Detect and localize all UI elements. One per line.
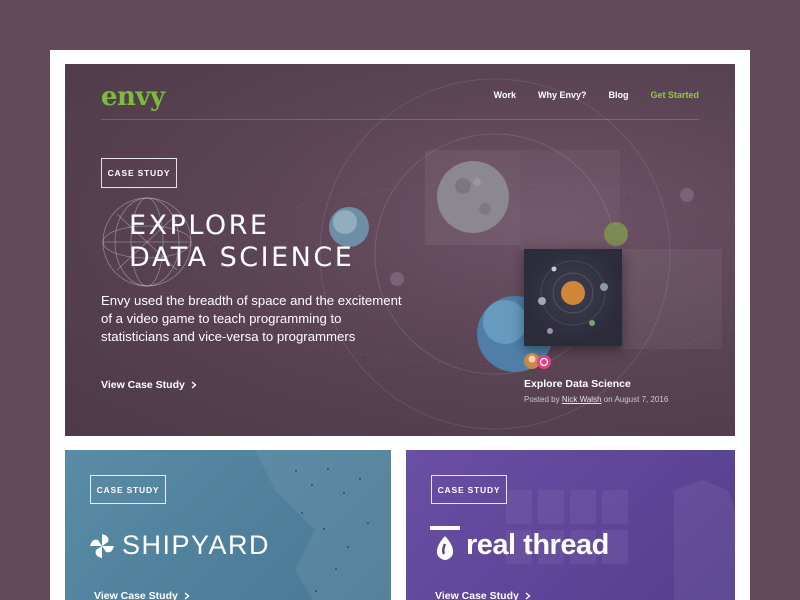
post-date: on August 7, 2016 xyxy=(603,395,669,404)
page-frame: envy Work Why Envy? Blog Get Started CAS… xyxy=(50,50,750,600)
chevron-right-icon xyxy=(525,592,531,600)
space-map-image xyxy=(538,260,608,334)
post-title[interactable]: Explore Data Science xyxy=(524,378,631,390)
author-link[interactable]: Nick Walsh xyxy=(562,395,602,404)
shipyard-logo-text: SHIPYARD xyxy=(122,530,271,560)
shipyard-view-case-study-link[interactable]: View Case Study xyxy=(94,590,190,600)
hero-description: Envy used the breadth of space and the e… xyxy=(101,293,402,345)
shipyard-logo: SHIPYARD xyxy=(88,530,270,561)
hero-section: envy Work Why Envy? Blog Get Started CAS… xyxy=(65,64,735,436)
apparel-texture xyxy=(506,480,735,600)
hero-view-case-study-link[interactable]: View Case Study xyxy=(101,379,197,391)
card-real-thread[interactable]: CASE STUDY real thread View Case Study xyxy=(406,450,735,600)
real-thread-cta-label: View Case Study xyxy=(435,590,519,600)
hero-cta-label: View Case Study xyxy=(101,379,185,391)
real-thread-logo-text: real thread xyxy=(466,528,609,561)
game-screenshot-thumbnail[interactable] xyxy=(524,249,622,346)
nav-item-blog[interactable]: Blog xyxy=(608,90,628,100)
posted-by-prefix: Posted by xyxy=(524,395,560,404)
drop-icon xyxy=(430,526,460,560)
chevron-right-icon xyxy=(184,592,190,600)
map-texture xyxy=(255,450,391,600)
envy-logo[interactable]: envy xyxy=(101,82,165,112)
nav-divider xyxy=(101,119,699,120)
nav-item-get-started[interactable]: Get Started xyxy=(650,90,699,100)
target-icon xyxy=(537,355,551,369)
hero-title-line-1: EXPLORE xyxy=(129,210,270,241)
shipyard-cta-label: View Case Study xyxy=(94,590,178,600)
post-meta: Posted by Nick Walsh on August 7, 2016 xyxy=(524,395,668,404)
main-nav: Work Why Envy? Blog Get Started xyxy=(494,90,699,100)
nav-item-work[interactable]: Work xyxy=(494,90,516,100)
real-thread-logo: real thread xyxy=(430,526,609,564)
real-thread-view-case-study-link[interactable]: View Case Study xyxy=(435,590,531,600)
hero-title: EXPLORE DATA SCIENCE xyxy=(129,210,354,274)
case-study-badge: CASE STUDY xyxy=(90,475,166,504)
hero-title-line-2: DATA SCIENCE xyxy=(129,242,355,273)
nav-item-why-envy[interactable]: Why Envy? xyxy=(538,90,587,100)
pinwheel-icon xyxy=(90,533,114,558)
card-shipyard[interactable]: CASE STUDY SHIPYARD View Case Study xyxy=(65,450,391,600)
case-study-badge: CASE STUDY xyxy=(431,475,507,504)
case-study-badge: CASE STUDY xyxy=(101,158,177,188)
chevron-right-icon xyxy=(191,381,197,389)
